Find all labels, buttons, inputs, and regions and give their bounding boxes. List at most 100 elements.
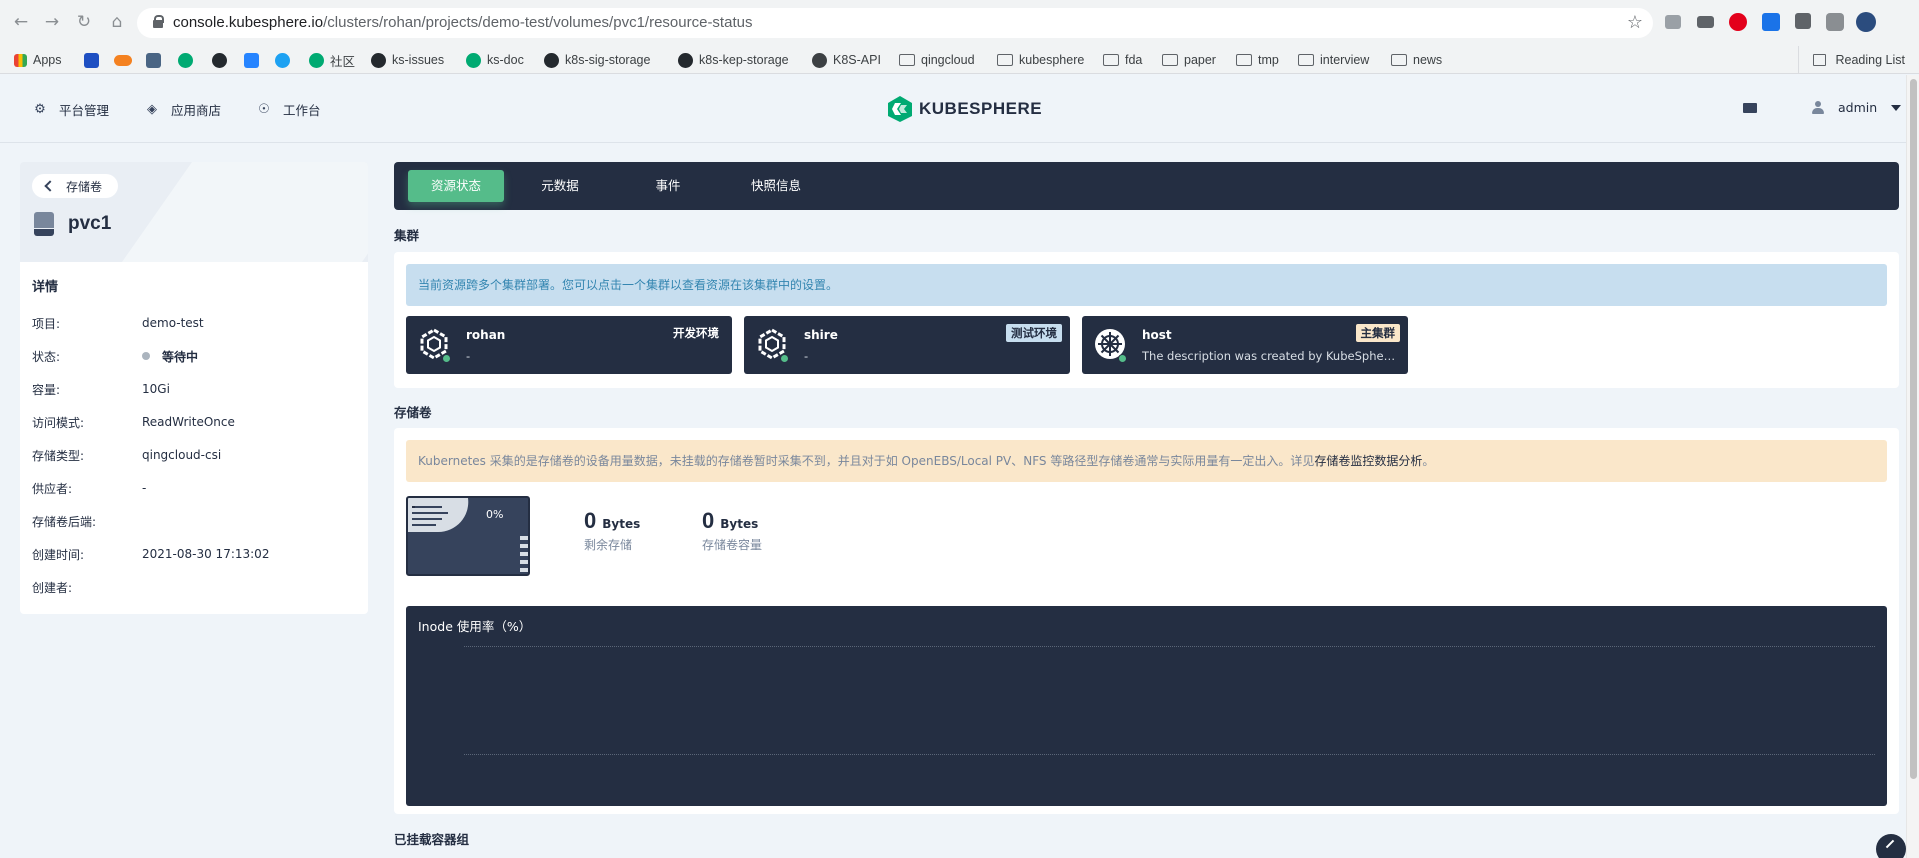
bookmark-folder-kubesphere[interactable]: kubesphere xyxy=(997,46,1084,74)
puzzle-extensions-icon[interactable] xyxy=(1826,13,1844,31)
cluster-description: - xyxy=(804,349,809,363)
remaining-storage-stat: 0 Bytes 剩余存储 xyxy=(584,508,640,553)
tab-resource-status[interactable]: 资源状态 xyxy=(408,170,504,202)
bookmark-confluence[interactable] xyxy=(244,46,265,74)
back-to-volumes-button[interactable]: 存储卷 xyxy=(32,174,119,198)
kubesphere-logo[interactable]: KUBESPHERE xyxy=(887,95,1042,123)
bookmark-c[interactable] xyxy=(84,46,105,74)
folder-icon xyxy=(997,54,1013,66)
cluster-card-rohan[interactable]: rohan - 开发环境 xyxy=(406,316,732,374)
volume-disk-icon xyxy=(34,212,54,236)
bookmark-folder-news[interactable]: news xyxy=(1391,46,1442,74)
bookmark-star-icon[interactable]: ☆ xyxy=(1627,12,1643,33)
monitoring-warning-banner: Kubernetes 采集的是存储卷的设备用量数据，未挂载的存储卷暂时采集不到，… xyxy=(406,440,1887,482)
address-bar[interactable]: console.kubesphere.io/clusters/rohan/pro… xyxy=(137,8,1653,38)
cluster-name: rohan xyxy=(466,328,506,342)
forward-arrow-icon[interactable]: → xyxy=(41,11,63,33)
multi-cluster-info-banner: 当前资源跨多个集群部署。您可以点击一个集群以查看资源在该集群中的设置。 xyxy=(406,264,1887,306)
resource-tabs: 资源状态 元数据 事件 快照信息 xyxy=(394,162,1899,210)
reload-icon[interactable]: ↻ xyxy=(73,11,95,33)
cluster-card-shire[interactable]: shire - 测试环境 xyxy=(744,316,1070,374)
cluster-card-host[interactable]: host The description was created by Kube… xyxy=(1082,316,1408,374)
nav-platform-management[interactable]: ⚙ 平台管理 xyxy=(33,100,109,119)
reading-list-button[interactable]: Reading List xyxy=(1797,46,1905,74)
mail-icon[interactable] xyxy=(1697,16,1714,28)
detail-key: 容量: xyxy=(32,383,61,397)
github-icon xyxy=(678,52,693,68)
bookmark-apps[interactable]: Apps xyxy=(14,46,62,74)
cloudflare-icon xyxy=(114,54,132,66)
tab-events[interactable]: 事件 xyxy=(620,170,716,202)
detail-value: - xyxy=(142,481,147,495)
home-icon[interactable]: ⌂ xyxy=(106,11,128,33)
extension-grid-icon[interactable] xyxy=(1665,15,1681,29)
details-heading: 详情 xyxy=(32,280,59,295)
user-menu[interactable]: admin xyxy=(1812,100,1902,115)
remaining-value: 0 xyxy=(584,508,597,533)
apps-grid-icon xyxy=(14,53,27,67)
bookmark-twitter[interactable] xyxy=(275,46,296,74)
bookmark-folder-paper[interactable]: paper xyxy=(1162,46,1216,74)
bookmark-ks-issues[interactable]: ks-issues xyxy=(371,46,444,74)
nav-app-store[interactable]: ◈ 应用商店 xyxy=(145,100,221,119)
bookmark-folder-qingcloud[interactable]: qingcloud xyxy=(899,46,975,74)
bookmark-kubesphere[interactable] xyxy=(178,46,199,74)
status-dot-icon xyxy=(142,352,150,360)
bookmark-building[interactable] xyxy=(146,46,167,74)
profile-avatar-icon[interactable] xyxy=(1856,12,1876,32)
inode-chart-title: Inode 使用率（%） xyxy=(418,619,532,634)
opera-icon[interactable] xyxy=(1729,13,1747,31)
scrollbar-thumb[interactable] xyxy=(1910,79,1917,779)
bookmark-k8s-sig-storage[interactable]: k8s-sig-storage xyxy=(544,46,650,74)
detail-row-capacity: 容量: 10Gi xyxy=(32,381,170,397)
volume-section-title: 存储卷 xyxy=(394,405,432,420)
tab-snapshot-info[interactable]: 快照信息 xyxy=(728,170,824,202)
page-scrollbar[interactable] xyxy=(1906,75,1919,858)
kubesphere-logo-icon xyxy=(178,52,193,68)
bookmark-github[interactable] xyxy=(212,46,233,74)
detail-row-provisioner: 供应者: - xyxy=(32,480,146,496)
nav-workbench[interactable]: ☉ 工作台 xyxy=(257,100,320,119)
capacity-label: 存储卷容量 xyxy=(702,538,763,552)
bookmark-folder-interview[interactable]: interview xyxy=(1298,46,1369,74)
cluster-name: host xyxy=(1142,328,1172,342)
back-arrow-icon[interactable]: ← xyxy=(10,11,32,33)
bookmarks-bar: Apps 社区 ks-issues ks-doc k8s-sig-storage… xyxy=(0,46,1919,74)
confluence-icon xyxy=(244,52,259,68)
volume-monitoring-link[interactable]: 存储卷监控数据分析 xyxy=(1314,454,1422,468)
bookmark-folder-tmp[interactable]: tmp xyxy=(1236,46,1279,74)
bookmark-cloud[interactable] xyxy=(114,46,138,74)
bookmark-k8s-api[interactable]: K8S-API xyxy=(812,46,881,74)
bookmark-community[interactable]: 社区 xyxy=(309,46,355,74)
user-icon xyxy=(1812,100,1824,115)
folder-icon xyxy=(1103,54,1119,66)
toggle-theme-icon[interactable] xyxy=(1743,103,1757,113)
qr-code-icon[interactable] xyxy=(1795,13,1811,29)
remaining-label: 剩余存储 xyxy=(584,538,633,552)
detail-key: 创建者: xyxy=(32,581,73,595)
status-value: 等待中 xyxy=(142,348,198,364)
tab-metadata[interactable]: 元数据 xyxy=(512,170,608,202)
details-card: 详情 项目: demo-test 状态: 等待中 容量: 10Gi 访问模式: Read… xyxy=(20,262,368,614)
chart-gridline xyxy=(464,646,1875,647)
disk-drive-icon xyxy=(408,498,528,572)
detail-key: 存储类型: xyxy=(32,449,85,463)
detail-value: qingcloud-csi xyxy=(142,448,222,462)
github-icon xyxy=(371,52,386,68)
volume-capacity-stat: 0 Bytes 存储卷容量 xyxy=(702,508,762,553)
volume-usage-graphic: 0% xyxy=(406,496,530,576)
capacity-unit: Bytes xyxy=(720,517,759,531)
detail-value: demo-test xyxy=(142,316,204,330)
page-title: pvc1 xyxy=(68,213,112,234)
screenshot-extension-icon[interactable] xyxy=(1762,13,1780,31)
capacity-value: 0 xyxy=(702,508,715,533)
help-tool-button[interactable] xyxy=(1876,834,1906,858)
bookmark-folder-fda[interactable]: fda xyxy=(1103,46,1142,74)
detail-value: ReadWriteOnce xyxy=(142,415,235,429)
c-logo-icon xyxy=(84,52,99,68)
kubesphere-logo-icon xyxy=(309,52,324,68)
bookmark-ks-doc[interactable]: ks-doc xyxy=(466,46,524,74)
bookmark-k8s-kep-storage[interactable]: k8s-kep-storage xyxy=(678,46,789,74)
cluster-status-dot xyxy=(780,354,789,363)
inode-usage-chart: Inode 使用率（%） xyxy=(406,606,1887,806)
